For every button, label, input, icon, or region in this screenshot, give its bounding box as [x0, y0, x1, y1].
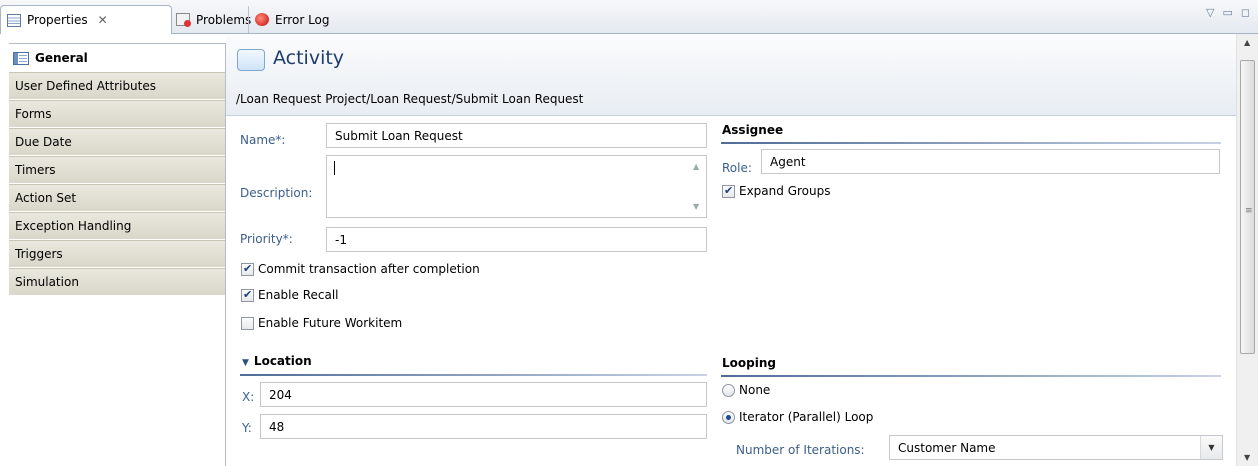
sidebar-item-simulation[interactable]: Simulation	[9, 268, 225, 296]
role-field[interactable]: Agent	[761, 149, 1220, 174]
radio-label: None	[739, 383, 771, 397]
breadcrumb: /Loan Request Project/Loan Request/Submi…	[236, 92, 584, 106]
enable-recall-checkbox[interactable]: Enable Recall	[241, 288, 339, 302]
checkbox-checked-icon	[241, 262, 254, 276]
y-field-value: 48	[269, 419, 285, 434]
view-menu-icon[interactable]: ▽	[1206, 6, 1214, 19]
description-label: Description:	[240, 186, 313, 200]
view-tab-bar: Properties ✕ Problems Error Log ▽ ▭ ◻	[0, 0, 1258, 34]
y-label: Y:	[242, 421, 252, 435]
location-title-text: Location	[253, 354, 312, 368]
error-log-icon	[255, 13, 269, 26]
location-section-title[interactable]: ▼ Location	[242, 354, 312, 368]
section-divider	[240, 374, 707, 376]
priority-field-value: -1	[335, 232, 347, 247]
checkbox-label: Commit transaction after completion	[258, 262, 480, 276]
sidebar-item-label: Exception Handling	[15, 219, 132, 233]
sidebar-item-label: Timers	[15, 163, 56, 177]
sidebar-item-action-set[interactable]: Action Set	[9, 184, 225, 212]
scroll-down-icon[interactable]: ▼	[693, 202, 699, 211]
activity-icon	[237, 49, 265, 71]
priority-field[interactable]: -1	[326, 227, 707, 252]
view-controls: ▽ ▭ ◻	[1206, 6, 1250, 19]
name-label: Name*:	[240, 133, 286, 147]
general-properties-panel: Activity /Loan Request Project/Loan Requ…	[226, 34, 1236, 466]
section-divider	[721, 142, 1221, 144]
description-field[interactable]: ▲ ▼	[326, 155, 707, 218]
problems-icon	[176, 13, 191, 27]
list-icon	[13, 51, 29, 65]
name-field[interactable]: Submit Loan Request	[326, 123, 707, 148]
expand-groups-checkbox[interactable]: Expand Groups	[722, 184, 830, 198]
chevron-down-icon[interactable]: ▼	[1200, 436, 1222, 459]
role-label: Role:	[722, 161, 752, 175]
grip-icon: ≡	[1245, 206, 1253, 216]
checkbox-label: Expand Groups	[739, 184, 831, 198]
enable-future-workitem-checkbox[interactable]: Enable Future Workitem	[241, 316, 402, 330]
property-category-list: General User Defined Attributes Forms Du…	[9, 43, 226, 466]
x-field-value: 204	[269, 387, 292, 402]
scroll-up-icon[interactable]: ▲	[1244, 38, 1250, 47]
sidebar-item-triggers[interactable]: Triggers	[9, 240, 225, 268]
checkbox-unchecked-icon	[241, 316, 254, 330]
sidebar-item-user-defined-attributes[interactable]: User Defined Attributes	[9, 72, 225, 100]
tab-properties-label: Properties	[27, 13, 88, 27]
role-field-value: Agent	[770, 154, 806, 169]
tab-problems[interactable]: Problems	[170, 6, 257, 33]
looping-iterator-radio[interactable]: Iterator (Parallel) Loop	[722, 410, 873, 424]
radio-on-icon	[722, 410, 735, 424]
name-field-value: Submit Loan Request	[335, 128, 463, 143]
text-caret	[334, 161, 335, 175]
scrollbar-thumb[interactable]: ≡	[1240, 60, 1255, 354]
sidebar-item-label: Action Set	[15, 191, 77, 205]
sidebar-item-due-date[interactable]: Due Date	[9, 128, 225, 156]
iterations-selected-value: Customer Name	[898, 440, 996, 455]
close-icon[interactable]: ✕	[98, 13, 108, 27]
tab-error-log[interactable]: Error Log	[248, 6, 336, 33]
description-scrollbar[interactable]: ▲ ▼	[689, 156, 706, 217]
sidebar-item-label: Triggers	[15, 247, 63, 261]
tab-properties[interactable]: Properties ✕	[0, 5, 172, 34]
looping-section-title: Looping	[722, 356, 776, 370]
commit-transaction-checkbox[interactable]: Commit transaction after completion	[241, 262, 480, 276]
assignee-section-title: Assignee	[722, 123, 784, 137]
sidebar-item-timers[interactable]: Timers	[9, 156, 225, 184]
section-divider	[721, 375, 1221, 377]
sidebar-item-label: User Defined Attributes	[15, 79, 157, 93]
radio-off-icon	[722, 383, 735, 397]
collapse-triangle-icon[interactable]: ▼	[242, 358, 249, 368]
scroll-down-icon[interactable]: ▼	[1244, 453, 1250, 462]
sidebar-item-general[interactable]: General	[9, 44, 225, 72]
sidebar-item-exception-handling[interactable]: Exception Handling	[9, 212, 225, 240]
priority-label: Priority*:	[240, 232, 293, 246]
iterations-label: Number of Iterations:	[736, 443, 865, 457]
sidebar-item-label: Due Date	[15, 135, 72, 149]
sidebar-item-label: General	[35, 51, 88, 65]
minimize-icon[interactable]: ▭	[1222, 6, 1232, 19]
activity-header: Activity /Loan Request Project/Loan Requ…	[226, 34, 1236, 116]
checkbox-checked-icon	[722, 184, 735, 198]
vertical-scrollbar[interactable]: ▲ ≡ ▼	[1236, 34, 1258, 466]
iterations-dropdown[interactable]: Customer Name ▼	[889, 435, 1223, 460]
checkbox-label: Enable Future Workitem	[258, 316, 403, 330]
sidebar-item-forms[interactable]: Forms	[9, 100, 225, 128]
page-title: Activity	[273, 47, 345, 69]
tab-problems-label: Problems	[196, 12, 252, 27]
tab-error-log-label: Error Log	[275, 12, 330, 27]
maximize-icon[interactable]: ◻	[1241, 6, 1250, 19]
x-coordinate-field[interactable]: 204	[260, 382, 707, 407]
properties-icon	[7, 13, 21, 27]
sidebar-item-label: Forms	[15, 107, 52, 121]
scroll-up-icon[interactable]: ▲	[693, 162, 699, 171]
x-label: X:	[242, 390, 255, 404]
y-coordinate-field[interactable]: 48	[260, 414, 707, 439]
radio-label: Iterator (Parallel) Loop	[739, 410, 874, 424]
checkbox-checked-icon	[241, 288, 254, 302]
checkbox-label: Enable Recall	[258, 288, 339, 302]
looping-none-radio[interactable]: None	[722, 383, 770, 397]
sidebar-item-label: Simulation	[15, 275, 79, 289]
